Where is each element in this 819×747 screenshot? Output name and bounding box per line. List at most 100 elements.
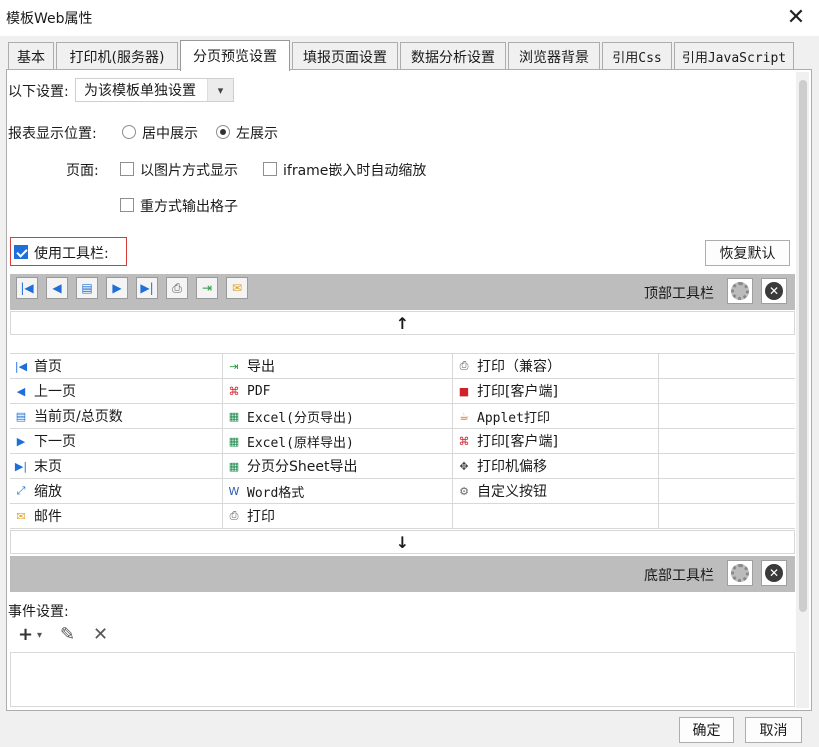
move-down-row[interactable]: ↓ [10,530,795,554]
list-item[interactable]: ⎙ 打印 [223,504,453,529]
move-up-row[interactable]: ↑ [10,311,795,335]
bottom-toolbar-remove-button[interactable]: ✕ [761,560,787,586]
last-page-icon[interactable]: ▶| [136,277,158,299]
list-item[interactable]: ☕ Applet打印 [453,404,659,429]
last-page-icon: ▶| [14,459,28,473]
edit-icon[interactable]: ✎ [60,624,75,645]
chevron-down-icon[interactable]: ▾ [207,79,233,101]
flash-print-icon: ■ [458,384,470,398]
tab-printer-server[interactable]: 打印机(服务器) [56,42,178,70]
checkbox-heavy-output[interactable] [120,198,134,212]
list-item[interactable]: ▦ 分页分Sheet导出 [223,454,453,479]
first-page-icon: |◀ [14,359,28,373]
restore-default-button[interactable]: 恢复默认 [705,240,790,266]
ok-button[interactable]: 确定 [679,717,734,743]
list-item[interactable]: ▶ 下一页 [10,429,223,454]
window-title: 模板Web属性 [6,11,93,27]
add-dropdown-icon[interactable]: ▾ [37,630,42,641]
arrow-up-icon: ↑ [395,313,410,333]
scope-select[interactable]: 为该模板单独设置 ▾ [75,78,234,102]
email-icon[interactable]: ✉ [226,277,248,299]
add-icon[interactable]: + [18,624,33,645]
word-icon: W [228,484,240,498]
list-item[interactable]: ▶| 末页 [10,454,223,479]
empty-cell [659,354,795,379]
export-icon[interactable]: ⇥ [196,277,218,299]
first-page-icon[interactable]: |◀ [16,277,38,299]
top-toolbar-remove-button[interactable]: ✕ [761,278,787,304]
export-icon: ⇥ [229,359,239,373]
checkbox-image-display[interactable] [120,162,134,176]
tab-javascript[interactable]: 引用JavaScript [674,42,794,70]
excel-icon: ▦ [228,409,240,423]
scope-value: 为该模板单独设置 [84,83,196,99]
empty-cell [659,429,795,454]
excel-icon: ▦ [228,459,240,473]
prev-page-icon[interactable]: ◀ [46,277,68,299]
list-item[interactable]: ▦ Excel(原样导出) [223,429,453,454]
gear-icon: ⚙ [459,484,469,498]
bottom-toolbar-settings-button[interactable] [727,560,753,586]
list-item[interactable]: ✥ 打印机偏移 [453,454,659,479]
next-page-icon[interactable]: ▶ [106,277,128,299]
list-item[interactable]: ▦ Excel(分页导出) [223,404,453,429]
list-item[interactable]: ⎙ 打印（兼容） [453,354,659,379]
tab-css[interactable]: 引用Css [602,42,672,70]
list-item[interactable]: ▤ 当前页/总页数 [10,404,223,429]
tab-browser-background[interactable]: 浏览器背景 [508,42,600,70]
list-item[interactable]: ⚙ 自定义按钮 [453,479,659,504]
empty-cell [659,504,795,529]
list-item[interactable]: ⤢ 缩放 [10,479,223,504]
gear-icon [731,282,749,300]
prev-page-icon: ◀ [16,384,26,398]
list-item[interactable]: ◀ 上一页 [10,379,223,404]
close-icon: ✕ [765,564,783,582]
next-page-icon: ▶ [16,434,26,448]
list-item[interactable]: ⌘ PDF [223,379,453,404]
radio-center[interactable] [122,125,136,139]
page-count-icon[interactable]: ▤ [76,277,98,299]
pdf-print-icon: ⌘ [458,434,470,448]
top-toolbar-settings-button[interactable] [727,278,753,304]
list-item[interactable]: ⇥ 导出 [223,354,453,379]
bottom-toolbar: 底部工具栏 ✕ [10,556,795,592]
empty-cell [659,379,795,404]
list-item [453,504,659,529]
move-icon: ✥ [459,459,469,473]
zoom-icon: ⤢ [16,484,26,497]
position-label: 报表显示位置: [8,126,97,142]
list-item[interactable]: ■ 打印[客户端] [453,379,659,404]
print-icon[interactable]: ⎙ [166,277,188,299]
list-item[interactable]: ✉ 邮件 [10,504,223,529]
checkbox-image-display-label: 以图片方式显示 [140,163,238,179]
tab-page-preview[interactable]: 分页预览设置 [180,40,290,71]
tab-data-analysis[interactable]: 数据分析设置 [400,42,506,70]
list-item[interactable]: W Word格式 [223,479,453,504]
close-icon: ✕ [765,282,783,300]
checkbox-iframe-zoom[interactable] [263,162,277,176]
cancel-button[interactable]: 取消 [745,717,802,743]
delete-icon[interactable]: ✕ [93,624,108,645]
top-toolbar-label: 顶部工具栏 [644,286,714,302]
empty-cell [659,404,795,429]
button-grid: |◀ 首页 ◀ 上一页 ▤ 当前页/总页数 ▶ 下一页 ▶| 末页 ⤢ 缩放 ✉ 邮件 ⇥ 导出… [10,353,795,529]
checkbox-iframe-zoom-label: iframe嵌入时自动缩放 [283,163,427,179]
print-icon: ⎙ [229,509,239,522]
events-label: 事件设置: [8,604,69,620]
print-icon: ⎙ [459,359,469,372]
scope-label: 以下设置: [8,84,69,100]
list-item[interactable]: |◀ 首页 [10,354,223,379]
radio-left[interactable] [216,125,230,139]
arrow-down-icon: ↓ [395,532,410,552]
list-item[interactable]: ⌘ 打印[客户端] [453,429,659,454]
scrollbar-thumb[interactable] [799,80,807,612]
tab-basic[interactable]: 基本 [8,42,54,70]
page-count-icon: ▤ [15,409,27,423]
page-label: 页面: [66,163,99,179]
checkbox-use-toolbar[interactable] [14,245,28,259]
close-icon[interactable]: ✕ [773,0,819,34]
empty-cell [659,454,795,479]
tab-fill-page[interactable]: 填报页面设置 [292,42,398,70]
events-list[interactable] [10,652,795,707]
gear-icon [731,564,749,582]
